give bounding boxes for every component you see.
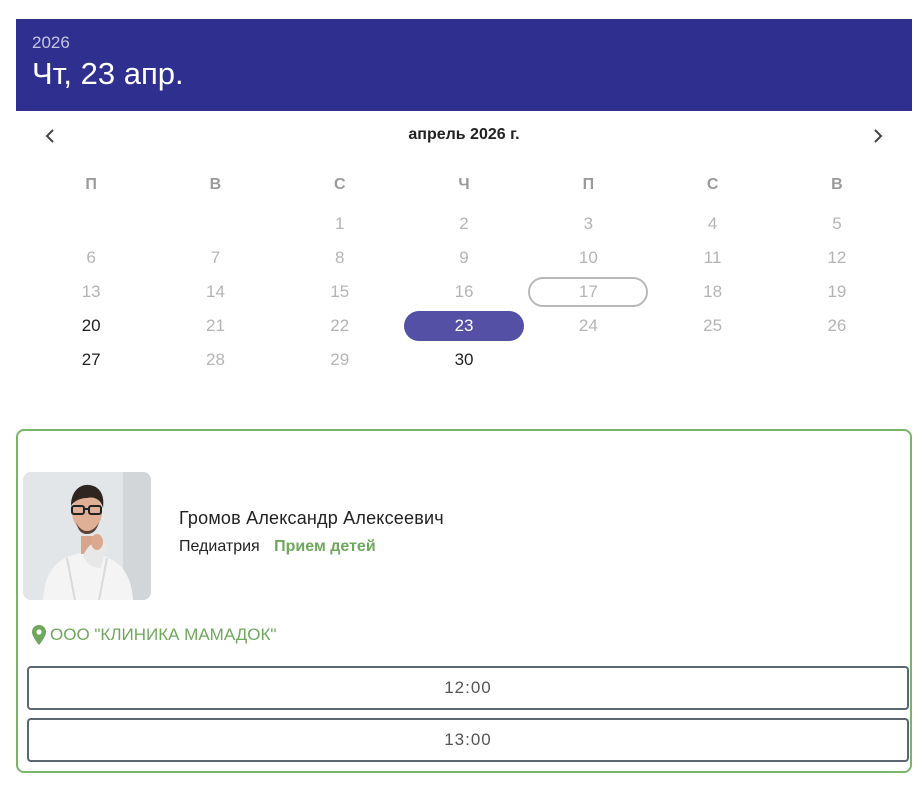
calendar-day-13: 13 — [29, 275, 153, 309]
calendar-day-number: 19 — [827, 282, 847, 301]
calendar-day-number: 12 — [827, 248, 847, 267]
calendar-day-number: 14 — [205, 282, 225, 301]
map-pin-icon — [32, 625, 46, 645]
calendar-day-number: 30 — [454, 350, 474, 369]
calendar-day-number: 18 — [703, 282, 723, 301]
calendar-day-number: 26 — [827, 316, 847, 335]
calendar-day-number: 7 — [210, 248, 221, 267]
time-slot-button[interactable]: 13:00 — [27, 718, 909, 762]
calendar-day-8: 8 — [278, 241, 402, 275]
calendar-day-grid: 1 2 3 4 5 6 7 8 9 10 11 12 13 14 15 16 17 18 19 20 21 22 23 24 2… — [29, 207, 899, 377]
calendar-day-9: 9 — [402, 241, 526, 275]
weekday-header-row: П В С Ч П С В — [29, 174, 899, 196]
calendar-day-14: 14 — [153, 275, 277, 309]
weekday-label: С — [333, 176, 346, 193]
chevron-right-icon — [874, 129, 883, 143]
calendar-empty-cell — [29, 207, 153, 241]
doctor-name[interactable]: Громов Александр Алексеевич — [179, 508, 444, 529]
calendar-day-23[interactable]: 23 — [402, 309, 526, 343]
calendar-day-number: 3 — [583, 214, 594, 233]
calendar-day-29: 29 — [278, 343, 402, 377]
calendar-day-number: 21 — [205, 316, 225, 335]
doctor-specialty-row: Педиатрия Прием детей — [179, 538, 376, 556]
calendar-day-3: 3 — [526, 207, 650, 241]
calendar-day-number: 4 — [707, 214, 718, 233]
calendar-day-19: 19 — [775, 275, 899, 309]
header-year[interactable]: 2026 — [32, 33, 896, 53]
calendar-day-10: 10 — [526, 241, 650, 275]
weekday-label: Ч — [458, 176, 470, 193]
calendar-day-27[interactable]: 27 — [29, 343, 153, 377]
month-label: апрель 2026 г. — [408, 126, 520, 143]
calendar-day-18: 18 — [650, 275, 774, 309]
calendar-day-number: 24 — [578, 316, 598, 335]
header-selected-date: Чт, 23 апр. — [32, 56, 184, 91]
calendar-day-number: 15 — [330, 282, 350, 301]
doctor-specialty: Педиатрия — [179, 538, 260, 555]
weekday-label: П — [85, 176, 97, 193]
calendar-day-16: 16 — [402, 275, 526, 309]
calendar-day-number: 28 — [205, 350, 225, 369]
calendar-day-2: 2 — [402, 207, 526, 241]
doctor-photo — [23, 472, 151, 600]
booking-page: 2026 Чт, 23 апр. апрель 2026 г. П В С Ч … — [0, 0, 922, 798]
doctor-avatar — [23, 472, 151, 600]
calendar-day-number: 11 — [703, 248, 722, 267]
calendar-day-number: 1 — [335, 214, 345, 233]
calendar-day-number: 13 — [81, 282, 101, 301]
calendar-header: 2026 Чт, 23 апр. — [16, 19, 912, 111]
calendar-day-21: 21 — [153, 309, 277, 343]
calendar-day-number: 5 — [832, 214, 842, 233]
calendar-day-number: 10 — [578, 248, 598, 267]
calendar-day-30[interactable]: 30 — [402, 343, 526, 377]
calendar-day-number: 17 — [578, 282, 598, 301]
calendar-day-24: 24 — [526, 309, 650, 343]
calendar-day-number: 27 — [81, 350, 101, 369]
calendar-day-number: 23 — [454, 316, 474, 335]
time-slot-button[interactable]: 12:00 — [27, 666, 909, 710]
calendar-day-number: 29 — [330, 350, 350, 369]
calendar-day-number: 9 — [459, 248, 469, 267]
calendar-day-number: 2 — [459, 214, 469, 233]
calendar-day-7: 7 — [153, 241, 277, 275]
weekday-label: В — [209, 176, 222, 193]
calendar-empty-cell — [153, 207, 277, 241]
weekday-label: П — [582, 176, 595, 193]
calendar-day-11: 11 — [650, 241, 774, 275]
calendar-day-number: 20 — [81, 316, 101, 335]
doctor-card: Громов Александр Алексеевич Педиатрия Пр… — [16, 429, 912, 773]
calendar-day-20[interactable]: 20 — [29, 309, 153, 343]
calendar-day-number: 25 — [703, 316, 723, 335]
calendar-day-6: 6 — [29, 241, 153, 275]
clinic-name: ООО "КЛИНИКА МАМАДОК" — [50, 625, 277, 644]
calendar-day-17[interactable]: 17 — [526, 275, 650, 309]
month-navigation: апрель 2026 г. — [16, 118, 912, 154]
calendar-day-number: 6 — [86, 248, 96, 267]
weekday-label: В — [831, 176, 843, 193]
calendar-day-1: 1 — [278, 207, 402, 241]
calendar-day-number: 22 — [330, 316, 350, 335]
calendar-day-22: 22 — [278, 309, 402, 343]
clinic-link[interactable]: ООО "КЛИНИКА МАМАДОК" — [32, 625, 276, 645]
calendar-day-15: 15 — [278, 275, 402, 309]
weekday-label: С — [706, 176, 719, 193]
calendar-day-25: 25 — [650, 309, 774, 343]
calendar-day-number: 8 — [335, 248, 345, 267]
calendar-day-28: 28 — [153, 343, 277, 377]
calendar-day-4: 4 — [650, 207, 774, 241]
calendar-day-5: 5 — [775, 207, 899, 241]
next-month-button[interactable] — [864, 122, 892, 150]
calendar-day-26: 26 — [775, 309, 899, 343]
calendar-day-12: 12 — [775, 241, 899, 275]
calendar-day-number: 16 — [454, 282, 474, 301]
doctor-patient-tag: Прием детей — [274, 538, 376, 555]
